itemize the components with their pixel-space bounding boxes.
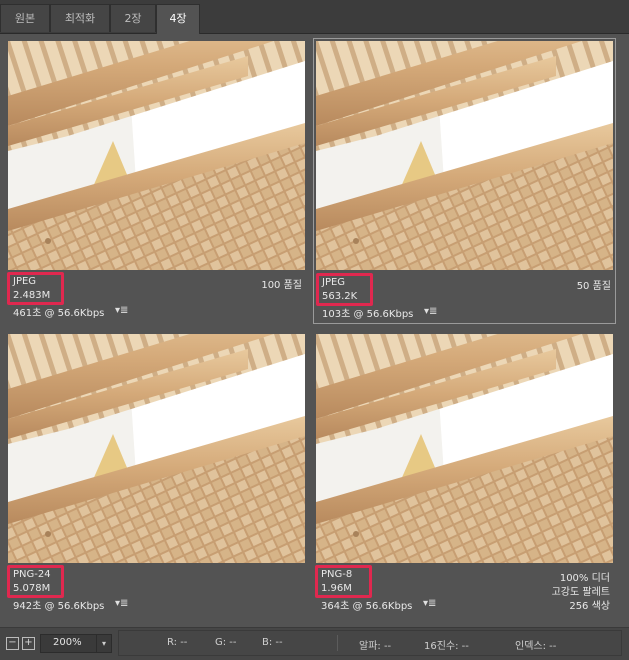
zoom-select[interactable]: 200% ▾ (40, 634, 112, 653)
r-readout: R: -- (167, 637, 188, 648)
download-rate-menu-icon[interactable]: ▾≣ (423, 598, 436, 609)
preview-panel-2[interactable]: JPEG 563.2K 103초 @ 56.6Kbps ▾≣ 50 품질 (313, 38, 616, 324)
tab-bar: 원본 최적화 2장 4장 (0, 0, 629, 34)
preview-panel-4[interactable]: PNG-8 1.96M 364초 @ 56.6Kbps ▾≣ 100% 디더 고… (313, 331, 616, 617)
highlight-box (315, 565, 372, 598)
alpha-readout: 알파: -- (359, 641, 392, 652)
palette-label: 고강도 팔레트 (551, 587, 610, 598)
preview-panel-1[interactable]: JPEG 2.483M 461초 @ 56.6Kbps ▾≣ 100 품질 (5, 38, 308, 324)
download-time: 461초 @ 56.6Kbps (13, 308, 105, 319)
preview-image (316, 334, 613, 563)
zoom-value: 200% (53, 637, 82, 648)
tab-2-up[interactable]: 2장 (110, 4, 156, 32)
download-rate-menu-icon[interactable]: ▾≣ (115, 598, 128, 609)
download-rate-menu-icon[interactable]: ▾≣ (115, 305, 128, 316)
dither-label: 100% 디더 (559, 573, 610, 584)
chevron-down-icon[interactable]: ▾ (96, 635, 111, 652)
quality-label: 50 품질 (576, 281, 611, 292)
preview-image (8, 41, 305, 270)
quality-label: 100 품질 (261, 280, 302, 291)
colors-label: 256 색상 (569, 601, 610, 612)
preview-image (316, 41, 613, 270)
preview-image (8, 334, 305, 563)
highlight-box (316, 273, 373, 306)
download-time: 942초 @ 56.6Kbps (13, 601, 105, 612)
download-time: 103초 @ 56.6Kbps (322, 309, 414, 320)
index-readout: 인덱스: -- (515, 641, 557, 652)
highlight-box (7, 565, 64, 598)
tab-optimized[interactable]: 최적화 (50, 4, 110, 32)
zoom-out-button[interactable]: − (6, 637, 19, 650)
divider (337, 635, 338, 651)
download-time: 364초 @ 56.6Kbps (321, 601, 413, 612)
hex-readout: 16진수: -- (424, 641, 469, 652)
status-bar: − + 200% ▾ R: -- G: -- B: -- 알파: -- 16진수… (0, 627, 629, 660)
tab-original[interactable]: 원본 (0, 4, 50, 32)
b-readout: B: -- (262, 637, 283, 648)
tab-4-up[interactable]: 4장 (156, 4, 200, 34)
zoom-in-button[interactable]: + (22, 637, 35, 650)
highlight-box (7, 272, 64, 305)
download-rate-menu-icon[interactable]: ▾≣ (424, 306, 437, 317)
preview-panel-3[interactable]: PNG-24 5.078M 942초 @ 56.6Kbps ▾≣ (5, 331, 308, 617)
color-readout: R: -- G: -- B: -- 알파: -- 16진수: -- 인덱스: -… (118, 630, 622, 656)
g-readout: G: -- (215, 637, 237, 648)
